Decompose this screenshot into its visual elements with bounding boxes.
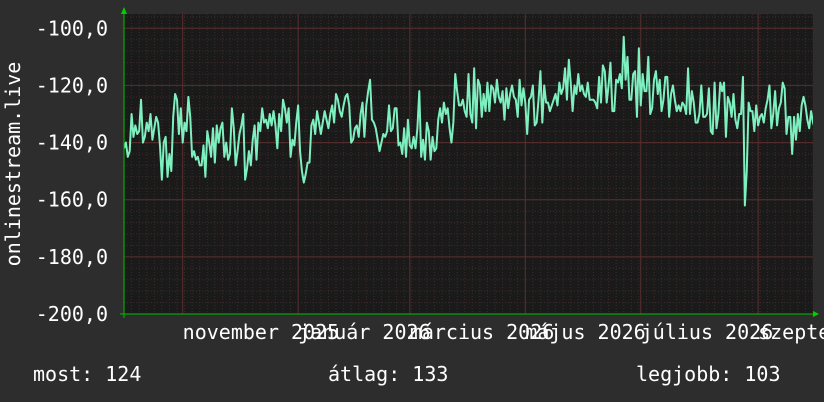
stat-best: legjobb: 103: [636, 362, 781, 386]
y-tick-labels: -100,0 -120,0 -140,0 -160,0 -180,0 -200,0: [36, 16, 108, 326]
plot-background: [124, 14, 813, 314]
stat-average: átlag: 133: [328, 362, 449, 386]
y-tick-label: -140,0: [36, 131, 108, 155]
x-tick-label: július 2026: [641, 320, 773, 344]
y-tick-label: -160,0: [36, 188, 108, 212]
y-axis-label: onlinestream.live: [1, 62, 25, 267]
x-tick-label: szeptember: [758, 320, 824, 344]
chart-svg: -100,0 -120,0 -140,0 -160,0 -180,0 -200,0 nov…: [1, 7, 824, 344]
y-tick-label: -180,0: [36, 245, 108, 269]
y-axis-arrow-icon: [121, 7, 127, 14]
y-tick-label: -120,0: [36, 73, 108, 97]
stat-current: most: 124: [33, 362, 142, 386]
y-tick-label: -200,0: [36, 302, 108, 326]
y-tick-label: -100,0: [36, 16, 108, 40]
x-tick-label: május 2026: [525, 320, 645, 344]
x-axis-arrow-icon: [813, 311, 819, 317]
chart-area: -100,0 -120,0 -140,0 -160,0 -180,0 -200,0 nov…: [0, 0, 824, 402]
x-tick-labels: november 2025január 2026március 2026máju…: [183, 320, 824, 344]
